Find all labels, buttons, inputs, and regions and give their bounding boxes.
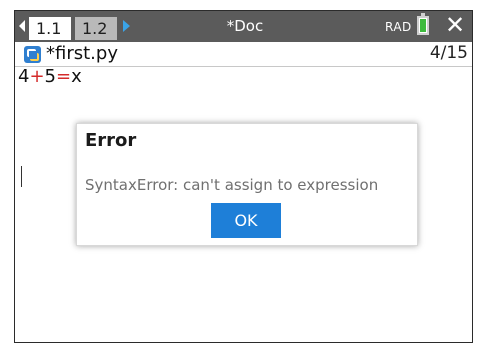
document-title: *Doc	[226, 17, 264, 35]
ok-button[interactable]: OK	[211, 203, 281, 238]
line-position: 4/15	[429, 43, 468, 63]
error-message: SyntaxError: can't assign to expression	[85, 176, 379, 194]
python-file-icon	[24, 46, 41, 63]
battery-icon	[417, 13, 429, 35]
tab-scroll-left-icon[interactable]	[19, 20, 25, 32]
tab-1-2[interactable]: 1.2	[75, 17, 117, 40]
tab-1-1[interactable]: 1.1	[29, 17, 71, 40]
code-line[interactable]: 4+5=x	[18, 66, 82, 87]
tab-label: 1.2	[82, 19, 108, 38]
tab-scroll-right-icon[interactable]	[123, 20, 130, 32]
code-token-variable: x	[71, 66, 82, 87]
calculator-screen: 1.1 1.2 *Doc RAD ✕ *first.py 4/15 4+5=x …	[14, 10, 473, 343]
error-dialog: Error SyntaxError: can't assign to expre…	[76, 123, 418, 246]
code-token-number: 4	[18, 66, 30, 87]
divider	[15, 66, 472, 67]
dialog-title: Error	[85, 130, 137, 151]
text-cursor	[21, 166, 22, 187]
code-token-operator: +	[29, 66, 45, 87]
tab-bar: 1.1 1.2 *Doc RAD ✕	[15, 11, 472, 42]
tab-label: 1.1	[36, 19, 62, 38]
file-name: *first.py	[46, 43, 118, 64]
angle-mode-indicator: RAD	[385, 20, 412, 34]
code-token-operator: =	[56, 66, 72, 87]
file-header: *first.py 4/15	[15, 42, 472, 66]
close-icon[interactable]: ✕	[443, 13, 467, 37]
code-token-number: 5	[44, 66, 56, 87]
